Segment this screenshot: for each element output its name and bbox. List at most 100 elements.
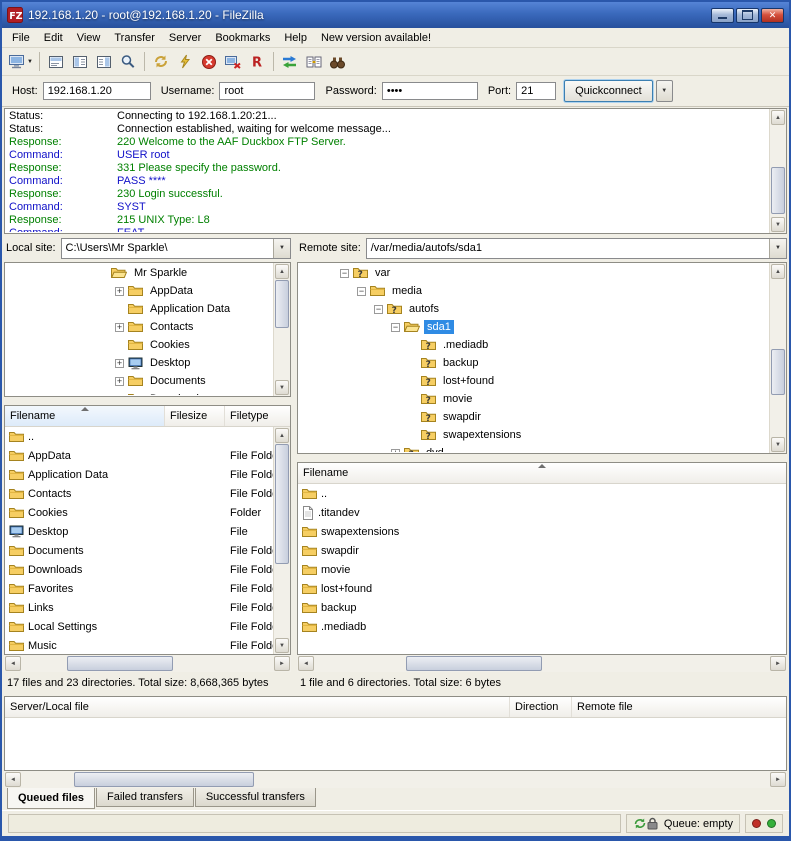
- chevron-down-icon[interactable]: ▼: [769, 239, 786, 258]
- tree-expander-icon[interactable]: +: [391, 449, 400, 453]
- tree-expander-icon[interactable]: −: [357, 287, 366, 296]
- scroll-down-button[interactable]: ▼: [771, 217, 785, 232]
- column-header-filename[interactable]: Filename: [298, 463, 786, 483]
- scroll-track[interactable]: [275, 444, 289, 637]
- username-input[interactable]: [219, 82, 315, 100]
- close-button[interactable]: [761, 8, 784, 23]
- scroll-thumb[interactable]: [275, 444, 289, 564]
- minimize-button[interactable]: [711, 8, 734, 23]
- local-row-cookies[interactable]: CookiesFolder: [5, 503, 273, 522]
- synchronized-browsing-button[interactable]: [302, 50, 326, 74]
- refresh-button[interactable]: [149, 50, 173, 74]
- tree-expander-icon[interactable]: +: [115, 359, 124, 368]
- remote-row-swapdir[interactable]: swapdir: [298, 541, 786, 560]
- remote-horizontal-splitter[interactable]: [297, 454, 787, 462]
- local-row-links[interactable]: LinksFile Folder: [5, 598, 273, 617]
- remote-tree-item-mediadb[interactable]: ?.mediadb: [299, 336, 768, 354]
- remote-row-titandev[interactable]: .titandev: [298, 503, 786, 522]
- tree-expander-icon[interactable]: +: [115, 323, 124, 332]
- local-list-vertical-scrollbar[interactable]: ▲ ▼: [273, 427, 290, 654]
- local-tree-item-contacts[interactable]: +Contacts: [6, 318, 272, 336]
- menu-bookmarks[interactable]: Bookmarks: [208, 30, 277, 46]
- remote-tree-vertical-scrollbar[interactable]: ▲ ▼: [769, 263, 786, 453]
- log-vertical-scrollbar[interactable]: ▲ ▼: [769, 109, 786, 233]
- tab-queued-files[interactable]: Queued files: [7, 788, 95, 809]
- local-row-downloads[interactable]: DownloadsFile Folder: [5, 560, 273, 579]
- quickconnect-button[interactable]: Quickconnect: [564, 80, 653, 102]
- scroll-track[interactable]: [315, 656, 769, 671]
- local-horizontal-scrollbar[interactable]: ◄ ►: [4, 655, 291, 672]
- local-row-appdata[interactable]: AppDataFile Folder: [5, 446, 273, 465]
- disconnect-button[interactable]: [221, 50, 245, 74]
- scroll-down-button[interactable]: ▼: [771, 437, 785, 452]
- remote-horizontal-scrollbar[interactable]: ◄ ►: [297, 655, 787, 672]
- local-row-contacts[interactable]: ContactsFile Folder: [5, 484, 273, 503]
- scroll-left-button[interactable]: ◄: [298, 656, 314, 671]
- local-tree-item-application-data[interactable]: Application Data: [6, 300, 272, 318]
- local-row-favorites[interactable]: FavoritesFile Folder: [5, 579, 273, 598]
- remote-tree-item-swapextensions[interactable]: ?swapextensions: [299, 426, 768, 444]
- local-row-application-data[interactable]: Application DataFile Folder: [5, 465, 273, 484]
- local-tree-item-downloads[interactable]: +Downloads: [6, 390, 272, 395]
- scroll-thumb[interactable]: [771, 167, 785, 214]
- tree-expander-icon[interactable]: −: [340, 269, 349, 278]
- menu-view[interactable]: View: [70, 30, 108, 46]
- remote-row-swapextensions[interactable]: swapextensions: [298, 522, 786, 541]
- scroll-track[interactable]: [771, 280, 785, 436]
- find-files-button[interactable]: [326, 50, 350, 74]
- quickconnect-dropdown-button[interactable]: ▼: [656, 80, 673, 102]
- scroll-down-button[interactable]: ▼: [275, 638, 289, 653]
- column-header-direction[interactable]: Direction: [510, 697, 572, 717]
- cancel-button[interactable]: [197, 50, 221, 74]
- column-header-filesize[interactable]: Filesize: [165, 406, 225, 426]
- remote-tree-item-sda1[interactable]: −sda1: [299, 318, 768, 336]
- remote-tree-item-dvd[interactable]: +?dvd: [299, 444, 768, 452]
- remote-row-mediadb[interactable]: .mediadb: [298, 617, 786, 636]
- menu-file[interactable]: File: [5, 30, 37, 46]
- scroll-up-button[interactable]: ▲: [771, 110, 785, 125]
- tab-failed-transfers[interactable]: Failed transfers: [96, 788, 194, 807]
- menu-server[interactable]: Server: [162, 30, 208, 46]
- scroll-thumb[interactable]: [275, 280, 289, 328]
- scroll-down-button[interactable]: ▼: [275, 380, 289, 395]
- tree-expander-icon[interactable]: +: [115, 287, 124, 296]
- menu-edit[interactable]: Edit: [37, 30, 70, 46]
- port-input[interactable]: [516, 82, 556, 100]
- column-header-filename[interactable]: Filename: [5, 406, 165, 426]
- reconnect-button[interactable]: R: [245, 50, 269, 74]
- scroll-right-button[interactable]: ►: [770, 772, 786, 787]
- column-header-remote-file[interactable]: Remote file: [572, 697, 786, 717]
- scroll-left-button[interactable]: ◄: [5, 656, 21, 671]
- remote-row-movie[interactable]: movie: [298, 560, 786, 579]
- scroll-up-button[interactable]: ▲: [275, 264, 289, 279]
- local-tree-vertical-scrollbar[interactable]: ▲ ▼: [273, 263, 290, 396]
- queue-horizontal-scrollbar[interactable]: ◄ ►: [4, 771, 787, 788]
- scroll-left-button[interactable]: ◄: [5, 772, 21, 787]
- tab-successful-transfers[interactable]: Successful transfers: [195, 788, 316, 807]
- scroll-thumb[interactable]: [771, 349, 785, 396]
- local-tree-item-cookies[interactable]: Cookies: [6, 336, 272, 354]
- directory-comparison-button[interactable]: [278, 50, 302, 74]
- toggle-message-log-button[interactable]: [44, 50, 68, 74]
- remote-row-parent-directory[interactable]: ..: [298, 484, 786, 503]
- scroll-right-button[interactable]: ►: [274, 656, 290, 671]
- tree-expander-icon[interactable]: +: [115, 395, 124, 396]
- menu-new-version-available[interactable]: New version available!: [314, 30, 438, 46]
- remote-tree-item-var[interactable]: −?var: [299, 264, 768, 282]
- scroll-track[interactable]: [275, 280, 289, 379]
- maximize-button[interactable]: [736, 8, 759, 23]
- local-horizontal-splitter[interactable]: [4, 397, 291, 405]
- scroll-right-button[interactable]: ►: [770, 656, 786, 671]
- chevron-down-icon[interactable]: ▼: [273, 239, 290, 258]
- toggle-local-tree-button[interactable]: [68, 50, 92, 74]
- password-input[interactable]: [382, 82, 478, 100]
- tree-expander-icon[interactable]: −: [374, 305, 383, 314]
- remote-tree-item-lost-found[interactable]: ?lost+found: [299, 372, 768, 390]
- local-row-desktop[interactable]: DesktopFile: [5, 522, 273, 541]
- site-manager-button[interactable]: ▼: [6, 50, 35, 74]
- host-input[interactable]: [43, 82, 151, 100]
- column-header-filetype[interactable]: Filetype: [225, 406, 291, 426]
- titlebar[interactable]: FZ 192.168.1.20 - root@192.168.1.20 - Fi…: [2, 2, 789, 28]
- local-tree-item-mr-sparkle[interactable]: Mr Sparkle: [6, 264, 272, 282]
- remote-tree-item-media[interactable]: −media: [299, 282, 768, 300]
